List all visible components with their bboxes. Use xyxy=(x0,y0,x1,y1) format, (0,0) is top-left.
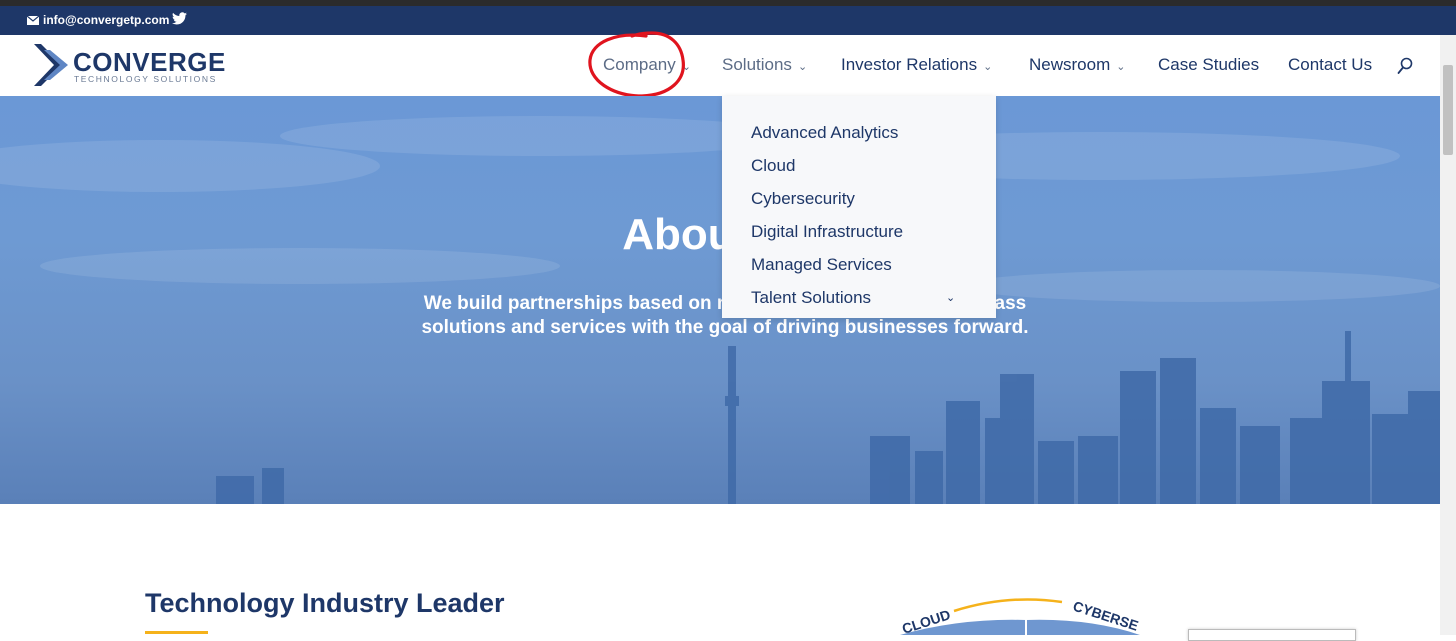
top-info-bar: info@convergetp.com xyxy=(0,6,1456,35)
menu-item-cloud[interactable]: Cloud xyxy=(751,156,795,176)
solutions-wheel-graphic: CLOUD CYBERSE xyxy=(900,598,1140,635)
menu-item-cybersecurity[interactable]: Cybersecurity xyxy=(751,189,855,209)
logo-tagline: TECHNOLOGY SOLUTIONS xyxy=(74,74,217,84)
solutions-dropdown-menu: Advanced Analytics Cloud Cybersecurity D… xyxy=(722,96,996,318)
nav-item-solutions[interactable]: Solutions ⌄ xyxy=(722,55,807,75)
nav-item-case-studies[interactable]: Case Studies xyxy=(1158,55,1259,75)
menu-item-digital-infrastructure[interactable]: Digital Infrastructure xyxy=(751,222,903,242)
chevron-down-icon: ⌄ xyxy=(681,60,691,73)
hero-title: About Us xyxy=(622,210,818,259)
nav-item-company[interactable]: Company ⌄ xyxy=(603,55,691,75)
chevron-down-icon: ⌄ xyxy=(1116,60,1126,73)
page-scrollbar[interactable] xyxy=(1440,35,1456,635)
popup-widget-edge xyxy=(1188,629,1356,641)
email-text: info@convergetp.com xyxy=(43,13,170,27)
site-header: CONVERGE TECHNOLOGY SOLUTIONS Company ⌄ S… xyxy=(0,31,1440,98)
envelope-icon xyxy=(27,15,39,25)
nav-item-label: Contact Us xyxy=(1288,55,1373,74)
nav-item-label: Newsroom xyxy=(1029,55,1111,74)
menu-item-talent-solutions[interactable]: Talent Solutions xyxy=(751,288,871,308)
email-link[interactable]: info@convergetp.com xyxy=(27,13,169,27)
logo-chevron-icon xyxy=(34,44,68,86)
menu-item-advanced-analytics[interactable]: Advanced Analytics xyxy=(751,123,898,143)
nav-item-contact-us[interactable]: Contact Us xyxy=(1288,55,1372,75)
nav-item-label: Investor Relations xyxy=(841,55,978,74)
nav-item-investor-relations[interactable]: Investor Relations ⌄ xyxy=(841,55,992,75)
section-title: Technology Industry Leader xyxy=(145,588,505,618)
nav-item-label: Case Studies xyxy=(1158,55,1260,74)
scrollbar-thumb[interactable] xyxy=(1443,65,1453,155)
nav-item-label: Company xyxy=(603,55,676,74)
nav-item-newsroom[interactable]: Newsroom ⌄ xyxy=(1029,55,1125,75)
chevron-down-icon: ⌄ xyxy=(983,60,993,73)
nav-item-label: Solutions xyxy=(722,55,792,74)
twitter-icon[interactable] xyxy=(172,12,187,30)
chevron-down-icon[interactable]: ⌄ xyxy=(946,291,955,304)
converge-logo[interactable]: CONVERGE TECHNOLOGY SOLUTIONS xyxy=(32,42,232,88)
hero-banner: About Us We build partnerships based on … xyxy=(0,96,1440,504)
chevron-down-icon: ⌄ xyxy=(797,60,808,73)
title-underline xyxy=(145,631,208,634)
menu-item-managed-services[interactable]: Managed Services xyxy=(751,255,892,275)
search-icon[interactable] xyxy=(1397,57,1413,75)
